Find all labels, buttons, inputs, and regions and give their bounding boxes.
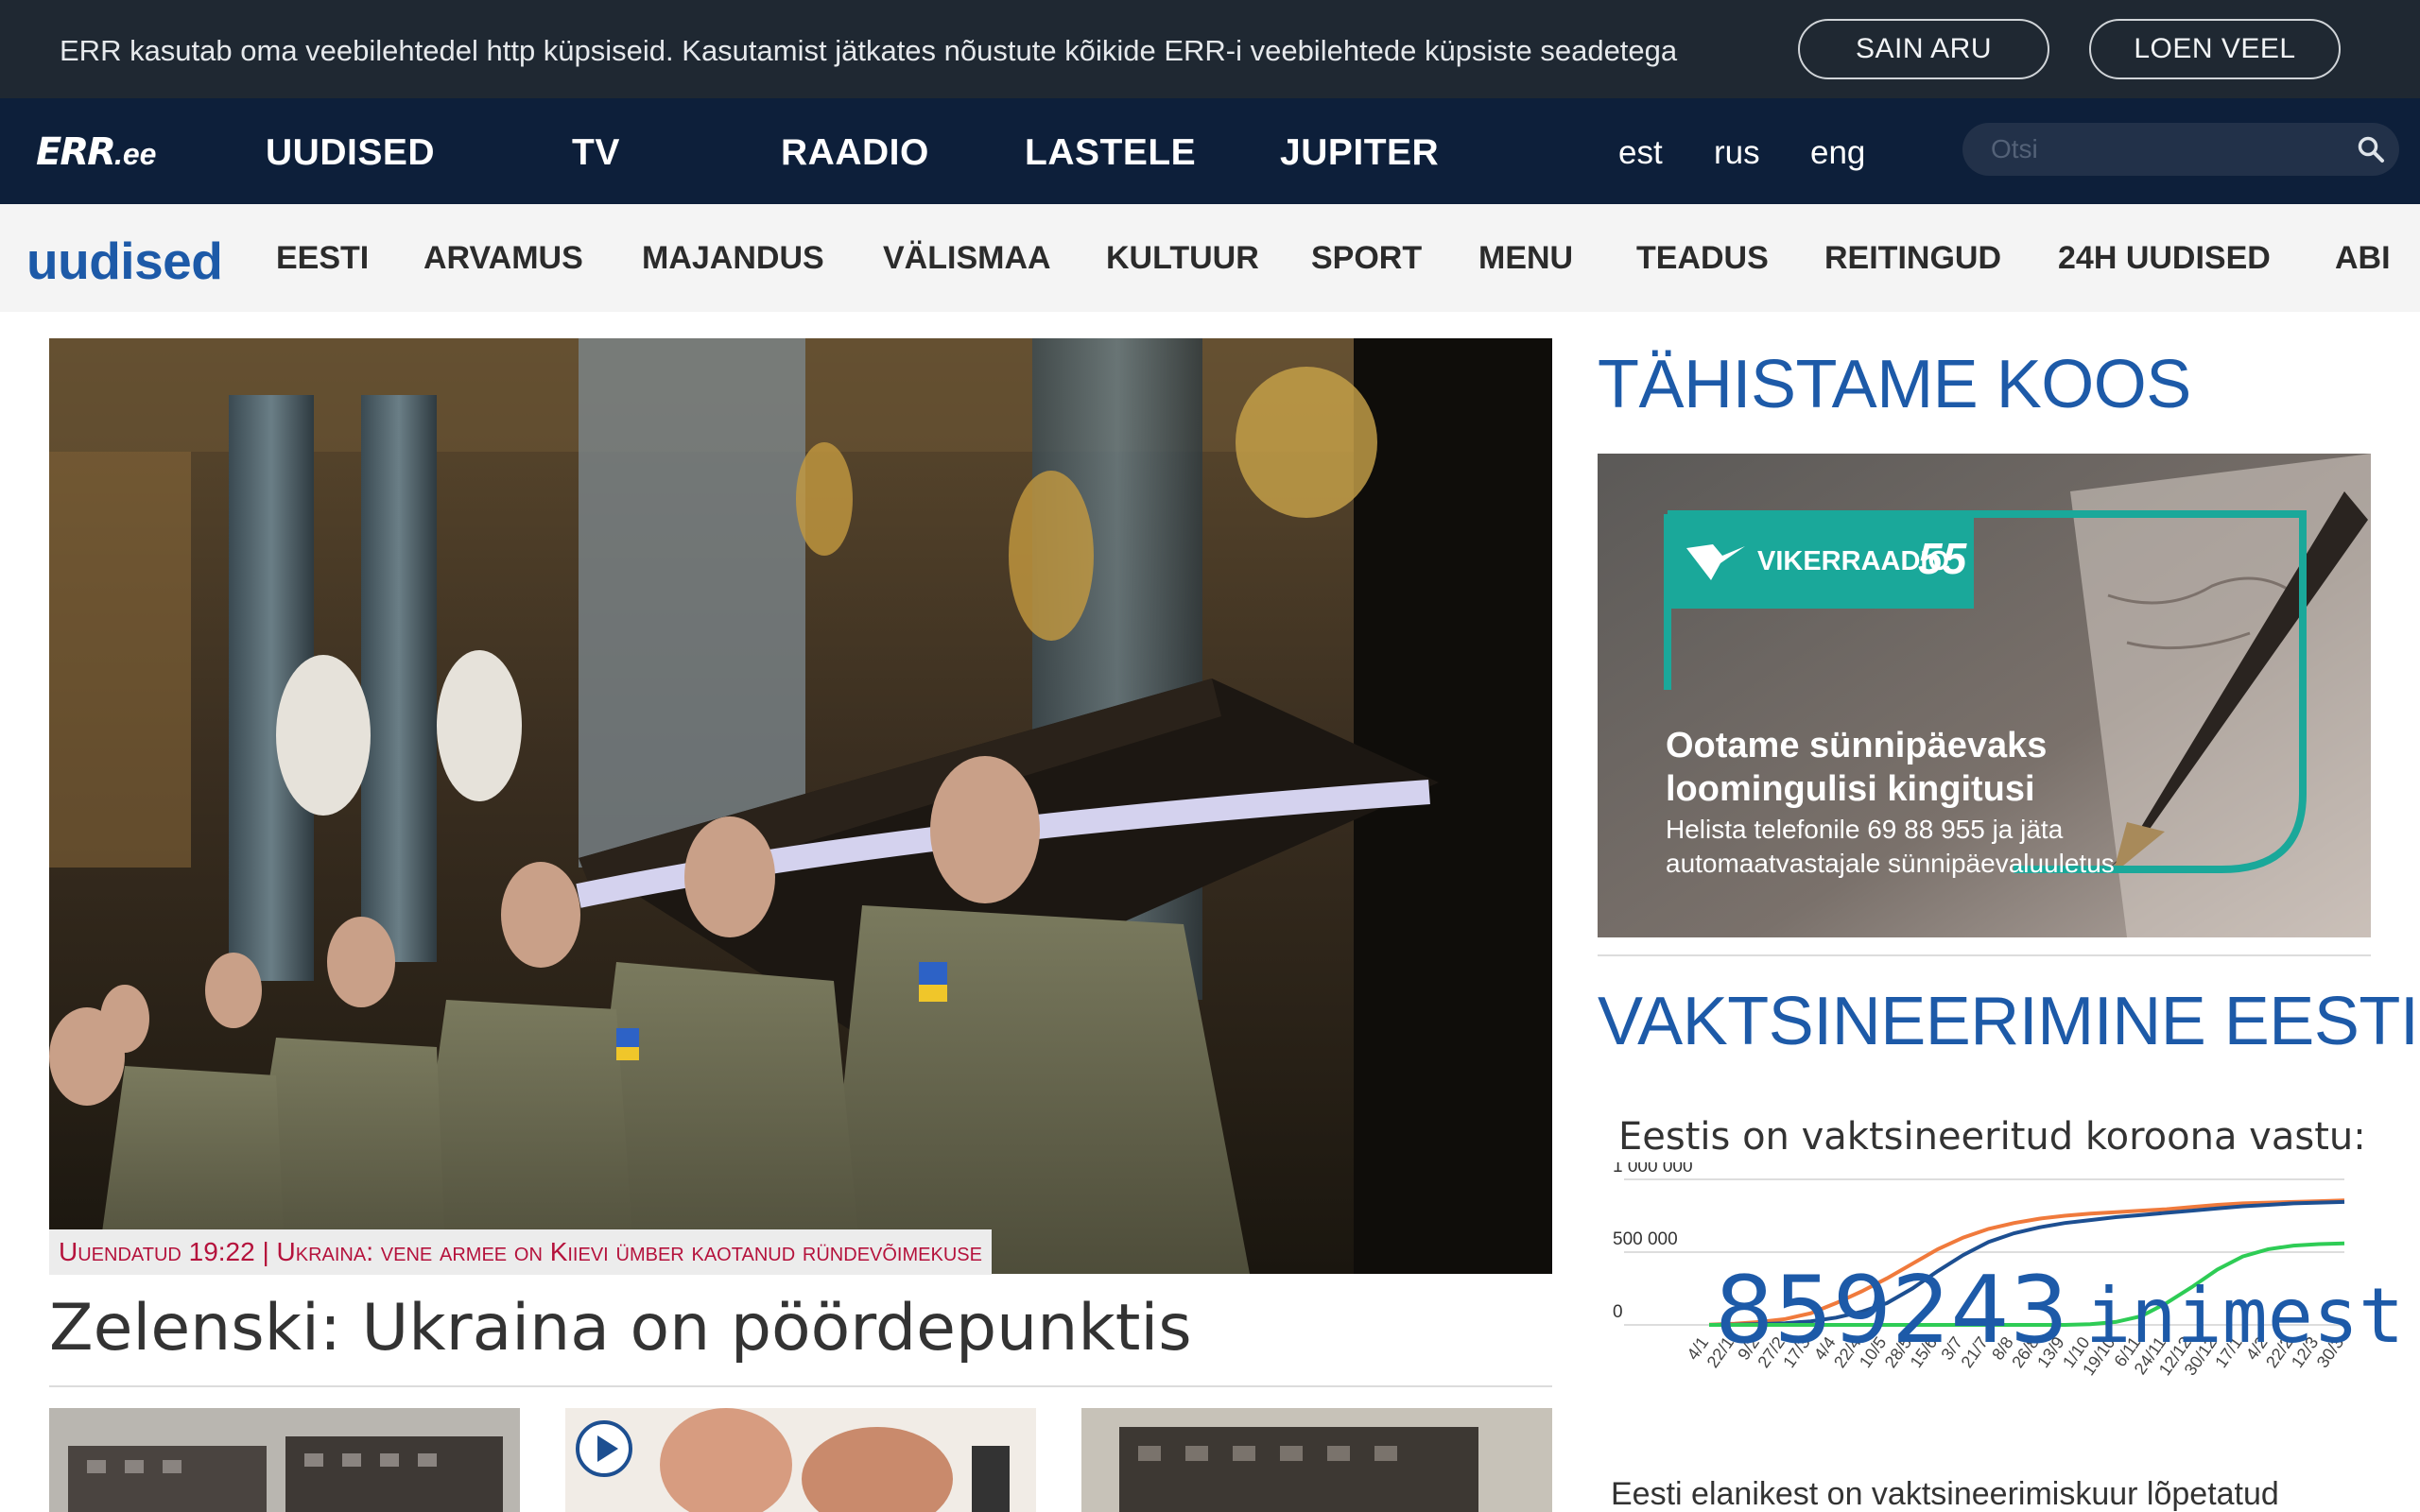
vaccination-count-number: 859243 <box>1715 1257 2069 1365</box>
thumbnail-image <box>1081 1408 1552 1512</box>
nav-tv[interactable]: TV <box>572 132 620 174</box>
play-icon[interactable] <box>575 1419 633 1478</box>
promo-subtext: Helista telefonile 69 88 955 ja jäta aut… <box>1666 815 2115 878</box>
search-icon[interactable] <box>2356 134 2386 164</box>
section-eesti[interactable]: EESTI <box>276 240 369 277</box>
section-kultuur[interactable]: KULTUUR <box>1106 240 1259 277</box>
section-teadus[interactable]: TEADUS <box>1636 240 1769 277</box>
section-reitingud[interactable]: REITINGUD <box>1824 240 2001 277</box>
nav-raadio[interactable]: RAADIO <box>781 132 929 174</box>
vaccination-widget[interactable]: Eestis on vaktsineeritud koroona vastu: … <box>1598 1096 2404 1512</box>
hero-illustration <box>49 338 1552 1274</box>
lang-eng[interactable]: eng <box>1810 134 1865 172</box>
y-tick-label: 0 <box>1613 1302 1623 1322</box>
section-sport[interactable]: SPORT <box>1311 240 1422 277</box>
section-arvamus[interactable]: ARVAMUS <box>424 240 583 277</box>
cookie-banner: ERR kasutab oma veebilehtedel http küpsi… <box>0 0 2420 98</box>
article-thumbnail[interactable] <box>565 1408 1036 1512</box>
section-abi[interactable]: ABI <box>2335 240 2391 277</box>
article-thumbnail[interactable] <box>1081 1408 1552 1512</box>
logo-main: ERR <box>36 130 116 174</box>
section-majandus[interactable]: MAJANDUS <box>642 240 824 277</box>
vikerraadio-logo-number: 55 <box>1918 534 1967 583</box>
vaccination-heading: Eestis on vaktsineeritud koroona vastu: <box>1618 1115 2366 1159</box>
vikerraadio-logo: VIKERRAADIO 55 <box>1668 514 1974 609</box>
section-navigation: uudised EESTI ARVAMUS MAJANDUS VÄLISMAA … <box>0 204 2420 312</box>
bird-icon <box>1686 544 1745 580</box>
hero-caption[interactable]: Uuendatud 19:22 | Ukraina: vene armee on… <box>49 1229 992 1275</box>
logo-suffix: .ee <box>113 137 157 171</box>
cookie-agree-button[interactable]: SAIN ARU <box>1798 19 2049 79</box>
section-valismaa[interactable]: VÄLISMAA <box>883 240 1051 277</box>
cookie-more-button[interactable]: LOEN VEEL <box>2089 19 2341 79</box>
nav-jupiter[interactable]: JUPITER <box>1280 132 1439 174</box>
y-tick-label: 1 000 000 <box>1613 1162 1693 1177</box>
lang-est[interactable]: est <box>1618 134 1663 172</box>
hero-image[interactable] <box>49 338 1552 1274</box>
vikerraadio-promo-banner[interactable]: VIKERRAADIO 55 Ootame sünnipäevaks loomi… <box>1598 454 2371 937</box>
sidebar-title-celebrate[interactable]: TÄHISTAME KOOS <box>1598 346 2191 423</box>
top-navigation: ERR.ee UUDISED TV RAADIO LASTELE JUPITER… <box>0 98 2420 204</box>
vaccination-footer: Eesti elanikest on vaktsineerimiskuur lõ… <box>1611 1476 2279 1512</box>
promo-headline: Ootame sünnipäevaks loomingulisi kingitu… <box>1666 726 2048 809</box>
section-brand[interactable]: uudised <box>26 231 223 291</box>
y-tick-label: 500 000 <box>1613 1229 1678 1249</box>
section-menu[interactable]: MENU <box>1478 240 1573 277</box>
nav-uudised[interactable]: UUDISED <box>266 132 435 174</box>
sidebar-title-vaccination[interactable]: VAKTSINEERIMINE EESTIS <box>1598 983 2420 1060</box>
vaccination-count: 859243 inimest <box>1715 1257 2404 1365</box>
err-logo[interactable]: ERR.ee <box>36 130 157 174</box>
lang-rus[interactable]: rus <box>1714 134 1760 172</box>
article-thumbnail[interactable] <box>49 1408 520 1512</box>
hero-headline[interactable]: Zelenski: Ukraina on pöördepunktis <box>49 1291 1192 1366</box>
hero-divider <box>49 1385 1552 1387</box>
cookie-text: ERR kasutab oma veebilehtedel http küpsi… <box>60 34 1678 67</box>
nav-lastele[interactable]: LASTELE <box>1025 132 1196 174</box>
thumbnail-image <box>565 1408 1036 1512</box>
section-24h-uudised[interactable]: 24H UUDISED <box>2058 240 2271 277</box>
sidebar-divider <box>1598 954 2371 956</box>
vaccination-count-unit: inimest <box>2085 1272 2405 1360</box>
search-box <box>1962 123 2399 176</box>
thumbnail-image <box>49 1408 520 1512</box>
search-input[interactable] <box>1991 132 2331 166</box>
